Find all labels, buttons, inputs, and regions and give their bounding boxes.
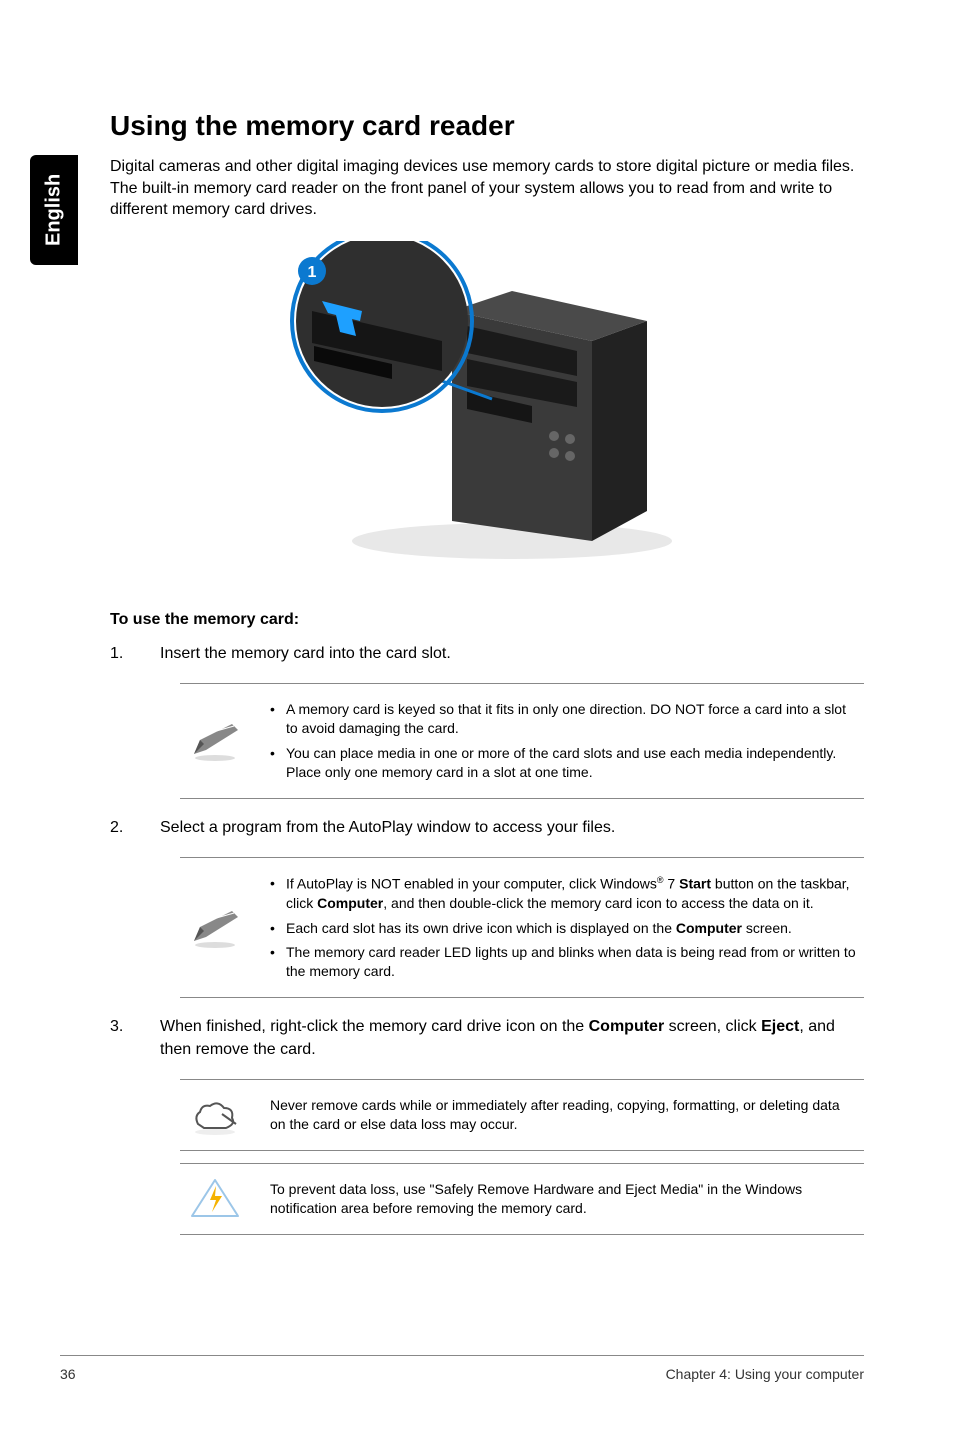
note-block-4: To prevent data loss, use "Safely Remove… <box>180 1163 864 1235</box>
product-figure: 1 <box>110 241 864 571</box>
note2-item-b: Each card slot has its own drive icon wh… <box>270 919 858 938</box>
section-title: Using the memory card reader <box>110 110 864 142</box>
pencil-icon <box>188 720 242 762</box>
page-number: 36 <box>60 1366 76 1382</box>
step-1: Insert the memory card into the card slo… <box>110 643 864 665</box>
intro-paragraph: Digital cameras and other digital imagin… <box>110 156 864 221</box>
lightning-icon <box>188 1178 242 1220</box>
computer-illustration: 1 <box>252 241 722 571</box>
language-tab: English <box>30 155 78 265</box>
note-block-1: A memory card is keyed so that it fits i… <box>180 683 864 799</box>
page-footer: 36 Chapter 4: Using your computer <box>60 1355 864 1382</box>
procedure-heading: To use the memory card: <box>110 611 864 629</box>
step-3: When finished, right-click the memory ca… <box>110 1016 864 1061</box>
pencil-icon <box>188 907 242 949</box>
hand-icon <box>188 1094 242 1136</box>
callout-number: 1 <box>308 264 317 281</box>
note2-item-c: The memory card reader LED lights up and… <box>270 943 858 981</box>
note4-text: To prevent data loss, use "Safely Remove… <box>270 1174 858 1224</box>
note2-item-a: If AutoPlay is NOT enabled in your compu… <box>270 874 858 912</box>
note3-text: Never remove cards while or immediately … <box>270 1090 858 1140</box>
note-block-2: If AutoPlay is NOT enabled in your compu… <box>180 857 864 998</box>
note-block-3: Never remove cards while or immediately … <box>180 1079 864 1151</box>
note1-item-b: You can place media in one or more of th… <box>270 744 858 782</box>
step-2: Select a program from the AutoPlay windo… <box>110 817 864 839</box>
note1-item-a: A memory card is keyed so that it fits i… <box>270 700 858 738</box>
chapter-label: Chapter 4: Using your computer <box>666 1366 864 1382</box>
